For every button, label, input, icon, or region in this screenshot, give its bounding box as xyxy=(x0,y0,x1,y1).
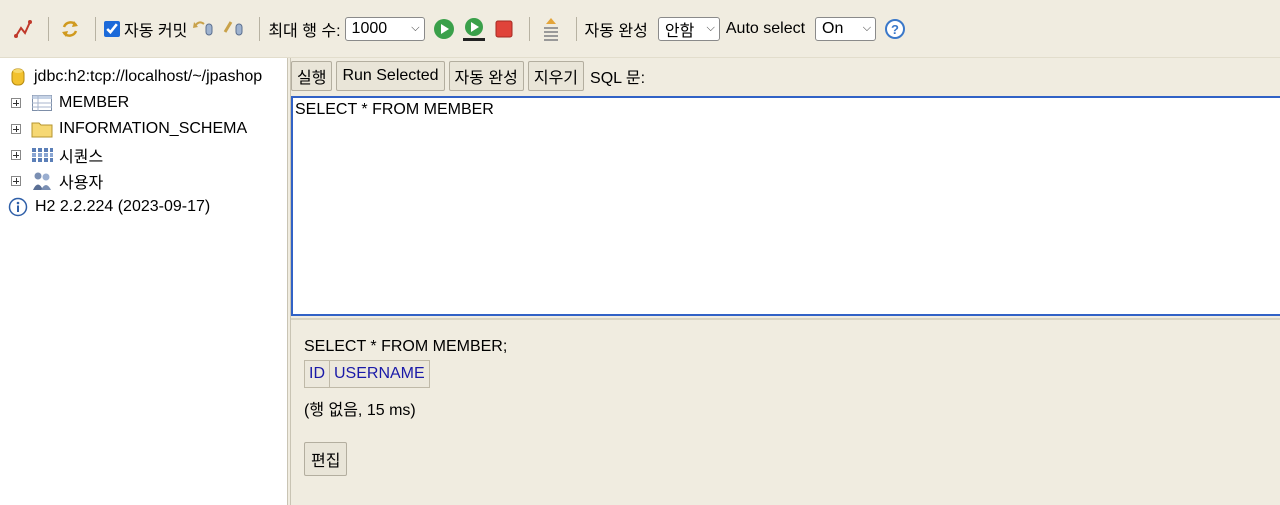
run-icon[interactable] xyxy=(431,16,457,42)
auto-complete-value: 안함 xyxy=(664,22,695,40)
auto-commit-checkbox[interactable] xyxy=(104,20,120,37)
table-icon xyxy=(31,93,53,113)
edit-button[interactable]: 편집 xyxy=(304,442,348,476)
auto-select-select[interactable]: On ⌵ xyxy=(815,16,877,41)
auto-complete-button[interactable]: 자동 완성 xyxy=(448,61,524,91)
disconnect-icon[interactable] xyxy=(10,16,36,42)
sql-statement-label: SQL 문: xyxy=(590,70,646,87)
auto-select-value: On xyxy=(822,19,844,37)
run-selected-button[interactable]: Run Selected xyxy=(336,61,445,91)
auto-select-label: Auto select xyxy=(725,19,806,37)
info-icon xyxy=(7,197,29,217)
toolbar-separator xyxy=(528,16,530,41)
query-toolbar: 실행 Run Selected 자동 완성 지우기 SQL 문: xyxy=(291,58,1280,94)
sequence-icon xyxy=(31,145,53,165)
tree-node-label: MEMBER xyxy=(59,94,130,111)
tree-node-sequences[interactable]: 시퀀스 xyxy=(0,142,287,168)
column-header-username[interactable]: USERNAME xyxy=(329,360,430,388)
help-icon[interactable]: ? xyxy=(882,16,908,42)
expand-icon[interactable] xyxy=(11,176,21,186)
run-selected-icon[interactable] xyxy=(461,16,487,42)
folder-icon xyxy=(31,119,53,139)
tree-node-member[interactable]: MEMBER xyxy=(0,90,287,116)
max-rows-value: 1000 xyxy=(351,19,388,37)
users-icon xyxy=(31,171,53,191)
toolbar-separator xyxy=(48,16,49,41)
connection-url: jdbc:h2:tcp://localhost/~/jpashop xyxy=(34,68,263,85)
tree-node-information-schema[interactable]: INFORMATION_SCHEMA xyxy=(0,116,287,142)
chevron-down-icon: ⌵ xyxy=(706,22,715,34)
auto-complete-select[interactable]: 안함 ⌵ xyxy=(657,16,720,41)
chevron-down-icon: ⌵ xyxy=(411,22,420,34)
expand-icon[interactable] xyxy=(11,124,21,134)
rollback-icon[interactable] xyxy=(191,16,217,42)
main-toolbar: 자동 커밋 최대 행 수: 1000 ⌵ 자동 완성 안함 ⌵ Auto sel… xyxy=(0,0,1280,58)
column-header-id[interactable]: ID xyxy=(304,360,330,388)
tree-node-label: 시퀀스 xyxy=(59,149,104,166)
max-rows-select[interactable]: 1000 ⌵ xyxy=(344,16,425,41)
auto-complete-label: 자동 완성 xyxy=(584,22,648,40)
tree-version: H2 2.2.224 (2023-09-17) xyxy=(0,194,287,220)
results-panel: SELECT * FROM MEMBER; ID USERNAME (행 없음,… xyxy=(291,318,1280,505)
auto-commit-label: 자동 커밋 xyxy=(124,22,188,40)
help-glyph: ? xyxy=(891,22,899,37)
refresh-icon[interactable] xyxy=(57,16,83,42)
query-panel: 실행 Run Selected 자동 완성 지우기 SQL 문: SELECT … xyxy=(291,58,1280,318)
toolbar-separator xyxy=(259,16,261,41)
clear-button[interactable]: 지우기 xyxy=(527,61,585,91)
sql-editor[interactable]: SELECT * FROM MEMBER xyxy=(291,96,1280,316)
table-header-row: ID USERNAME xyxy=(304,360,430,388)
version-text: H2 2.2.224 (2023-09-17) xyxy=(35,198,211,215)
executed-query: SELECT * FROM MEMBER; xyxy=(304,338,508,355)
database-icon xyxy=(8,67,28,87)
tree-connection[interactable]: jdbc:h2:tcp://localhost/~/jpashop xyxy=(0,64,287,90)
history-icon[interactable] xyxy=(538,16,564,42)
expand-icon[interactable] xyxy=(11,98,21,108)
stop-icon[interactable] xyxy=(491,16,517,42)
toolbar-separator xyxy=(95,16,96,41)
chevron-down-icon: ⌵ xyxy=(862,22,872,34)
expand-icon[interactable] xyxy=(11,150,21,160)
result-info: (행 없음, 15 ms) xyxy=(304,402,416,419)
toolbar-separator xyxy=(575,16,577,41)
result-table: ID USERNAME xyxy=(304,360,430,388)
commit-icon[interactable] xyxy=(221,16,247,42)
run-button[interactable]: 실행 xyxy=(291,61,333,91)
tree-node-label: 사용자 xyxy=(59,175,104,192)
max-rows-label: 최대 행 수: xyxy=(268,22,341,40)
tree-node-users[interactable]: 사용자 xyxy=(0,168,287,194)
tree-node-label: INFORMATION_SCHEMA xyxy=(59,120,248,137)
schema-tree: jdbc:h2:tcp://localhost/~/jpashop MEMBER… xyxy=(0,58,287,505)
